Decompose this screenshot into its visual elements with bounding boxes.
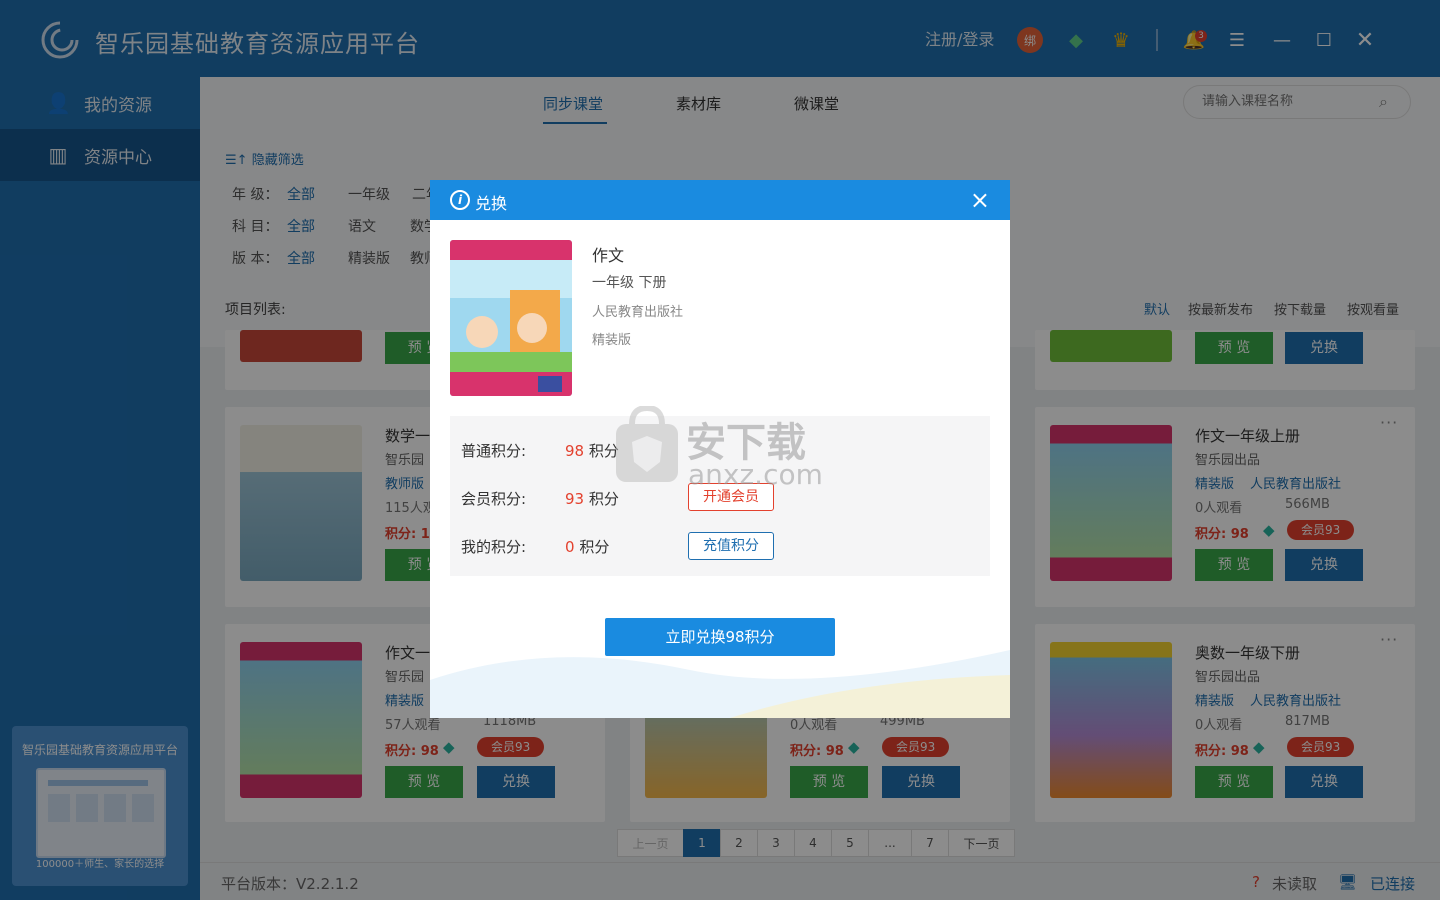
dialog-close-icon[interactable]: × [970, 186, 990, 214]
book-cover [450, 240, 572, 396]
book-grade: 一年级 下册 [592, 275, 667, 291]
watermark-url: anxz.com [688, 458, 823, 491]
my-points-value: 0 积分 [565, 536, 609, 557]
dialog-title: 兑换 [475, 194, 508, 213]
confirm-exchange-button[interactable]: 立即兑换98积分 [605, 618, 835, 656]
info-icon: i [450, 190, 470, 210]
book-publisher: 人民教育出版社 [592, 305, 684, 320]
shield-icon [616, 406, 678, 482]
book-cover-illustration [450, 240, 572, 396]
my-points-number: 0 [565, 538, 575, 556]
dialog-header: i 兑换 × [430, 180, 1010, 220]
vip-points-number: 93 [565, 490, 585, 508]
normal-points-label: 普通积分: [461, 442, 527, 460]
points-unit: 积分 [579, 538, 610, 556]
watermark: 安下载 anxz.com [612, 406, 832, 496]
normal-points-value: 98 积分 [565, 440, 619, 461]
book-title: 作文 [592, 246, 625, 265]
my-points-label: 我的积分: [461, 538, 527, 556]
vip-points-label: 会员积分: [461, 490, 527, 508]
vip-points-value: 93 积分 [565, 488, 619, 509]
recharge-button[interactable]: 充值积分 [688, 532, 774, 560]
book-edition: 精装版 [592, 333, 632, 348]
normal-points-number: 98 [565, 442, 585, 460]
